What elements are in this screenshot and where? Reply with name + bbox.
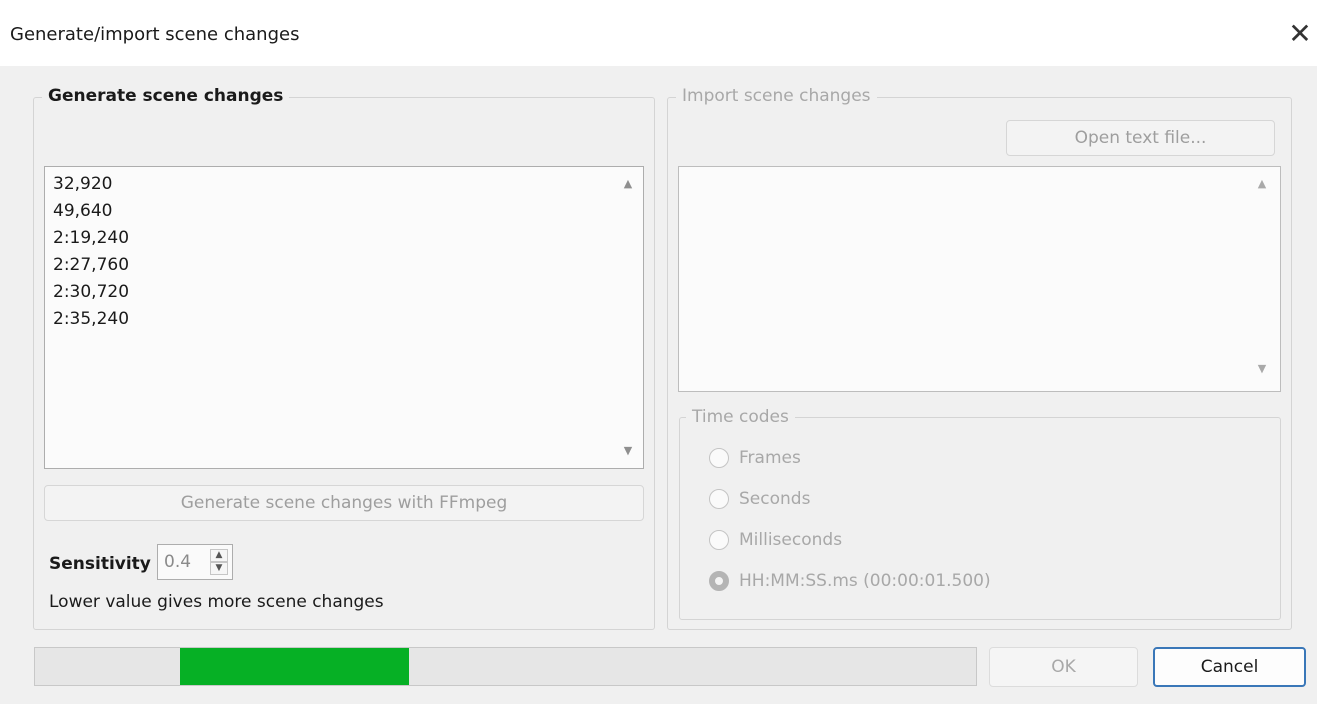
spin-up-icon[interactable]: ▲ (210, 549, 228, 562)
scene-changes-list-content: 32,920 49,640 2:19,240 2:27,760 2:30,720… (53, 171, 129, 333)
scene-changes-list[interactable]: 32,920 49,640 2:19,240 2:27,760 2:30,720… (44, 166, 644, 469)
window-title: Generate/import scene changes (10, 24, 300, 45)
import-group-title: Import scene changes (676, 86, 877, 106)
radio-circle[interactable] (709, 448, 729, 468)
list-item[interactable]: 2:27,760 (53, 252, 129, 279)
list-item[interactable]: 2:30,720 (53, 279, 129, 306)
scroll-down-arrow-icon[interactable]: ▼ (621, 444, 635, 457)
radio-label: Milliseconds (739, 530, 843, 550)
generate-group-title: Generate scene changes (42, 86, 290, 106)
radio-circle-selected[interactable] (709, 571, 729, 591)
scroll-down-arrow-icon[interactable]: ▼ (1255, 362, 1269, 375)
radio-frames[interactable]: Frames (709, 448, 801, 468)
sensitivity-input[interactable]: 0.4 ▲ ▼ (157, 544, 233, 580)
radio-seconds[interactable]: Seconds (709, 489, 810, 509)
timecodes-group-title: Time codes (686, 407, 795, 427)
cancel-button[interactable]: Cancel (1153, 647, 1306, 687)
sensitivity-value: 0.4 (164, 552, 192, 572)
radio-label: Frames (739, 448, 801, 468)
radio-circle[interactable] (709, 489, 729, 509)
ok-button[interactable]: OK (989, 647, 1138, 687)
progress-fill (180, 648, 409, 685)
import-list[interactable]: ▲ ▼ (678, 166, 1281, 392)
open-text-file-button[interactable]: Open text file... (1006, 120, 1275, 156)
progress-bar (34, 647, 977, 686)
list-item[interactable]: 49,640 (53, 198, 129, 225)
close-icon[interactable]: ✕ (1282, 16, 1317, 52)
list-item[interactable]: 2:19,240 (53, 225, 129, 252)
sensitivity-hint: Lower value gives more scene changes (49, 592, 384, 612)
list-item[interactable]: 32,920 (53, 171, 129, 198)
list-item[interactable]: 2:35,240 (53, 306, 129, 333)
scroll-up-arrow-icon[interactable]: ▲ (1255, 177, 1269, 190)
radio-hhmmss[interactable]: HH:MM:SS.ms (00:00:01.500) (709, 571, 991, 591)
radio-circle[interactable] (709, 530, 729, 550)
spin-down-icon[interactable]: ▼ (210, 562, 228, 575)
generate-ffmpeg-button[interactable]: Generate scene changes with FFmpeg (44, 485, 644, 521)
radio-milliseconds[interactable]: Milliseconds (709, 530, 842, 550)
sensitivity-label: Sensitivity (49, 554, 151, 574)
scroll-up-arrow-icon[interactable]: ▲ (621, 177, 635, 190)
radio-label: Seconds (739, 489, 811, 509)
radio-label: HH:MM:SS.ms (00:00:01.500) (739, 571, 991, 591)
